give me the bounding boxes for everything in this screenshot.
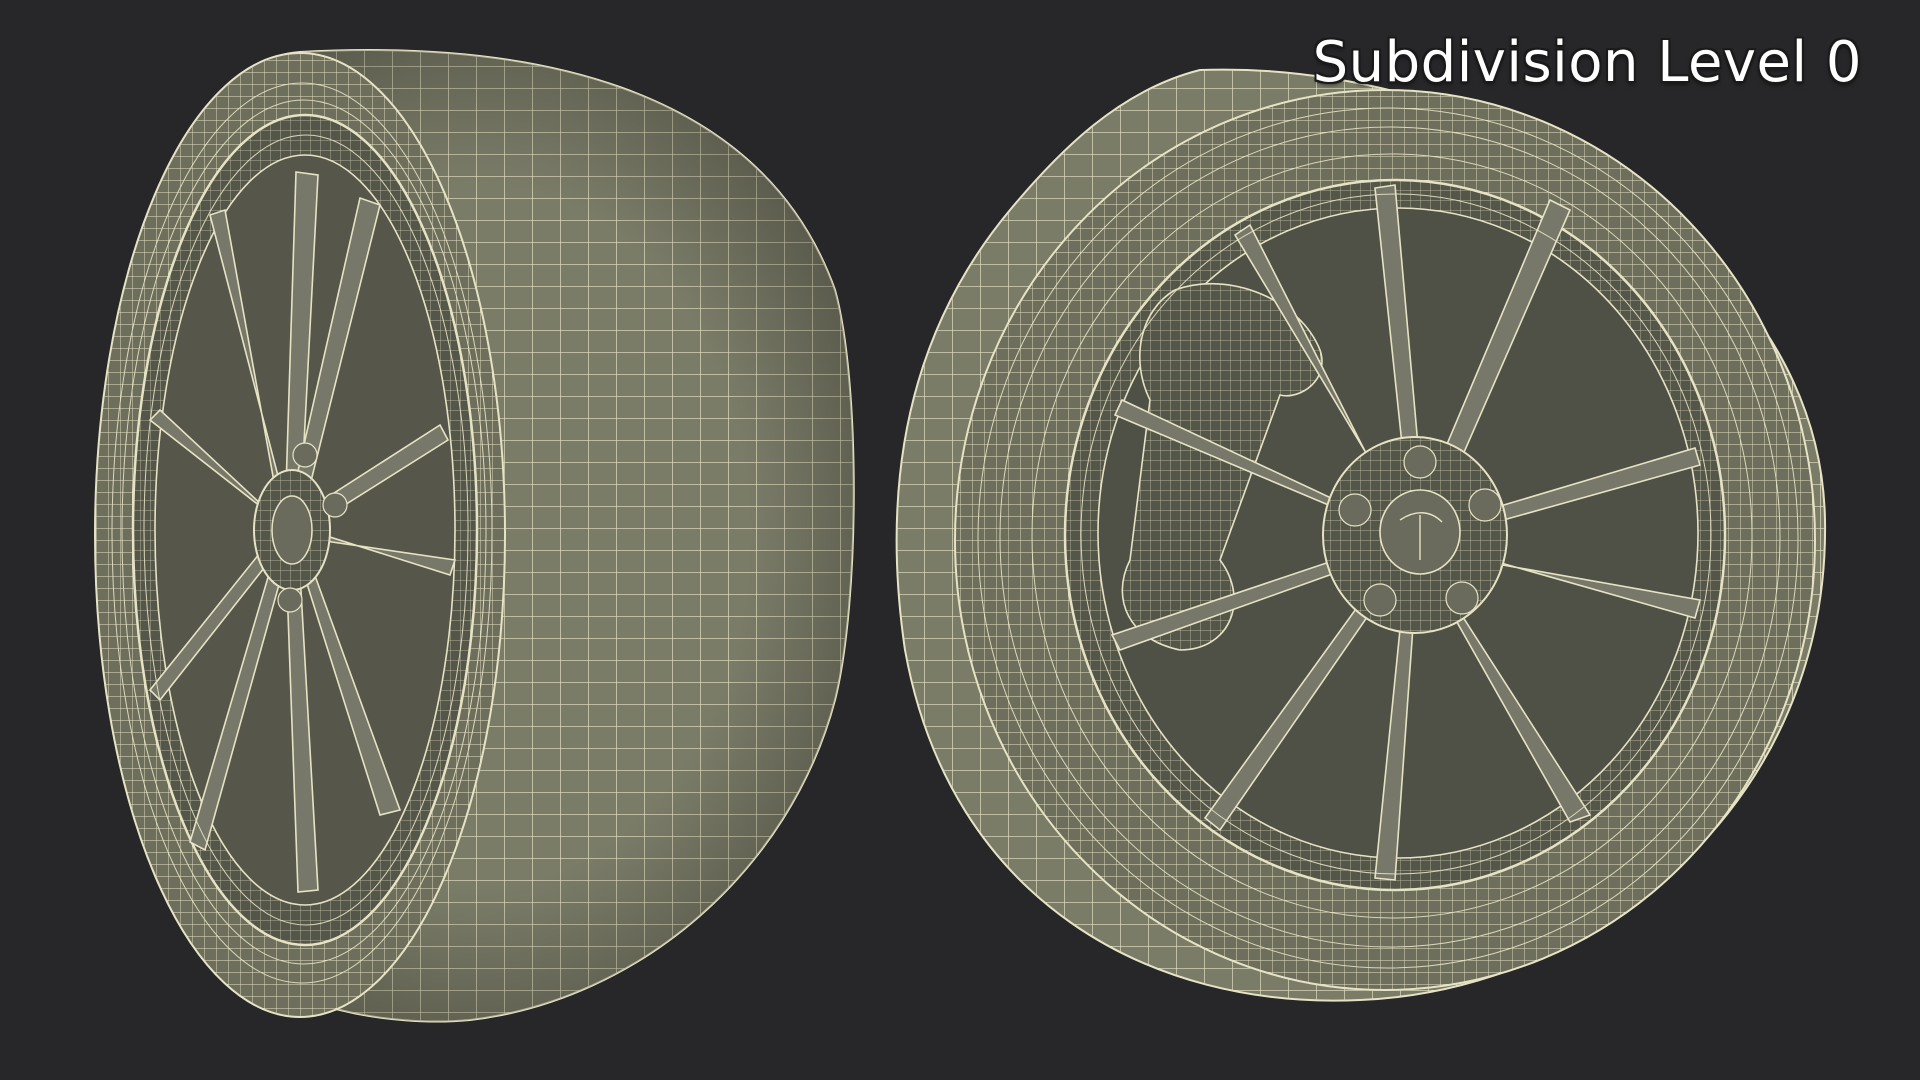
- subdivision-level-label: Subdivision Level 0: [1312, 30, 1862, 95]
- right-wheel: [895, 68, 1827, 1002]
- wireframe-render: [94, 49, 1827, 1023]
- left-wheel: [94, 49, 855, 1023]
- viewport: Subdivision Level 0: [0, 0, 1920, 1080]
